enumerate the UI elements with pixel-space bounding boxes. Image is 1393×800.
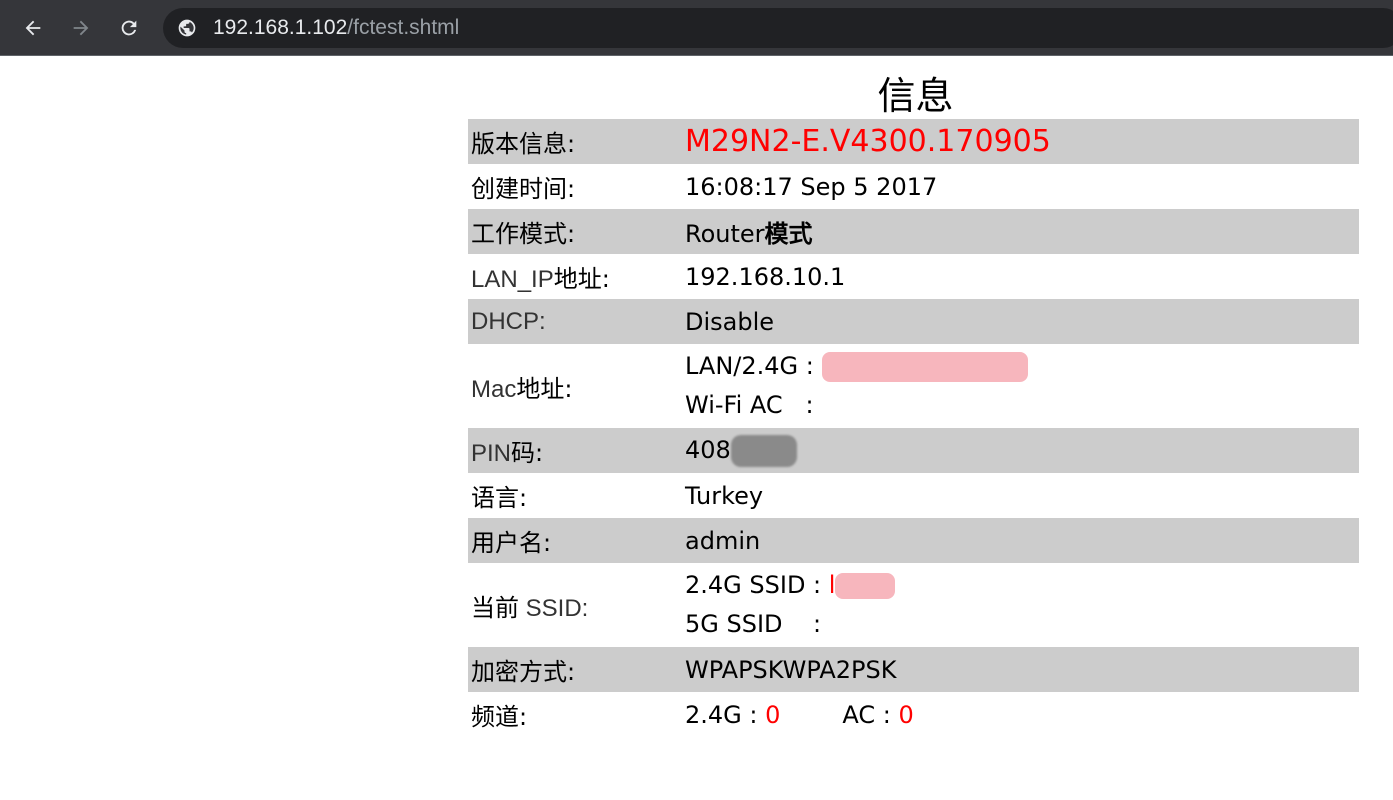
address-bar[interactable]: 192.168.1.102/fctest.shtml: [163, 8, 1393, 48]
version-label: 版本信息:: [468, 119, 685, 164]
pin-label-cjk: 码:: [511, 439, 544, 467]
row-channel: 频道: 2.4G : 0 AC : 0: [468, 692, 1359, 737]
browser-toolbar: 192.168.1.102/fctest.shtml: [0, 0, 1393, 56]
pin-redaction: [730, 434, 797, 467]
lan-ip-label: LAN_IP地址:: [468, 254, 685, 299]
dhcp-label-text: DHCP:: [471, 308, 546, 335]
ssid-line-24g: 2.4G SSID : l: [685, 566, 1359, 605]
mac-label-latin: Mac: [471, 375, 517, 403]
reload-icon: [121, 20, 137, 36]
language-value: Turkey: [685, 481, 764, 510]
pin-label-latin: PIN: [471, 440, 512, 467]
channel-ac-prefix: AC :: [842, 700, 891, 729]
pin-value: 408: [685, 428, 1359, 473]
lan-ip-value: 192.168.10.1: [685, 262, 846, 291]
row-pin: PIN码: 408: [468, 428, 1359, 473]
row-ssid: 当前 SSID: 2.4G SSID : l 5G SSID :: [468, 563, 1359, 647]
row-build-time: 创建时间: 16:08:17 Sep 5 2017: [468, 164, 1359, 209]
dhcp-value: Disable: [685, 299, 1359, 344]
row-work-mode: 工作模式: Router模式: [468, 209, 1359, 254]
ssid-5g-prefix: 5G SSID :: [685, 610, 822, 638]
work-mode-value: Router模式: [685, 209, 1359, 254]
mac-lan-prefix: LAN/2.4G :: [685, 352, 814, 380]
ssid-redaction: [835, 573, 896, 599]
row-mac: Mac地址: LAN/2.4G : Wi-Fi AC :: [468, 344, 1359, 428]
channel-ac-value: 0: [898, 700, 914, 729]
encryption-value: WPAPSKWPA2PSK: [685, 647, 1359, 692]
row-encryption: 加密方式: WPAPSKWPA2PSK: [468, 647, 1359, 692]
mac-label: Mac地址:: [468, 344, 685, 428]
mac-redaction: [821, 352, 1028, 382]
channel-24g-prefix: 2.4G :: [685, 700, 758, 729]
url-text[interactable]: 192.168.1.102/fctest.shtml: [213, 8, 459, 48]
pin-label: PIN码:: [468, 428, 685, 473]
ssid-line-5g: 5G SSID :: [685, 605, 1359, 644]
row-version: 版本信息: M29N2-E.V4300.170905: [468, 119, 1359, 164]
channel-value: 2.4G : 0 AC : 0: [685, 692, 1359, 737]
mac-line-lan: LAN/2.4G :: [685, 347, 1359, 386]
forward-button[interactable]: [65, 12, 97, 44]
row-username: 用户名: admin: [468, 518, 1359, 563]
channel-label: 频道:: [471, 703, 528, 731]
arrow-right-icon: [73, 20, 89, 36]
username-label: 用户名:: [468, 518, 685, 563]
arrow-left-icon: [25, 20, 41, 36]
work-mode-label: 工作模式:: [468, 209, 685, 254]
row-dhcp: DHCP: Disable: [468, 299, 1359, 344]
ssid-label: 当前 SSID:: [468, 563, 685, 647]
version-text: M29N2-E.V4300.170905: [685, 124, 1051, 159]
username-value: admin: [685, 518, 1359, 563]
reload-button[interactable]: [113, 12, 145, 44]
build-time-label: 创建时间:: [471, 175, 576, 203]
mac-value: LAN/2.4G : Wi-Fi AC :: [685, 344, 1359, 428]
lan-ip-label-cjk: 地址:: [553, 265, 610, 293]
url-path: /fctest.shtml: [347, 16, 460, 39]
ssid-label-cjk: 当前: [471, 593, 519, 622]
globe-icon[interactable]: [177, 18, 197, 38]
back-button[interactable]: [17, 12, 49, 44]
mac-line-ac: Wi-Fi AC :: [685, 386, 1359, 425]
row-lan-ip: LAN_IP地址: 192.168.10.1: [468, 254, 1359, 299]
page-title: 信息: [877, 74, 954, 118]
build-time-value: 16:08:17 Sep 5 2017: [685, 172, 938, 201]
dhcp-label: DHCP:: [468, 299, 685, 344]
ssid-24g-visible: l: [828, 571, 836, 599]
work-mode-suffix: 模式: [764, 220, 813, 248]
ssid-label-latin: SSID:: [519, 594, 589, 622]
lan-ip-label-latin: LAN_IP: [471, 266, 554, 293]
channel-24g-value: 0: [765, 700, 781, 729]
ssid-value: 2.4G SSID : l 5G SSID :: [685, 563, 1359, 647]
mac-ac-prefix: Wi-Fi AC :: [685, 391, 814, 419]
encryption-label: 加密方式:: [468, 647, 685, 692]
version-value: M29N2-E.V4300.170905: [685, 119, 1359, 164]
url-host: 192.168.1.102: [213, 16, 348, 39]
mac-label-cjk: 地址:: [516, 374, 573, 403]
language-label: 语言:: [471, 484, 528, 512]
pin-visible: 408: [685, 435, 731, 464]
info-table: 版本信息: M29N2-E.V4300.170905 创建时间: 16:08:1…: [468, 119, 1359, 737]
work-mode-prefix: Router: [685, 220, 765, 248]
row-language: 语言: Turkey: [468, 473, 1359, 518]
ssid-24g-prefix: 2.4G SSID :: [685, 571, 822, 599]
